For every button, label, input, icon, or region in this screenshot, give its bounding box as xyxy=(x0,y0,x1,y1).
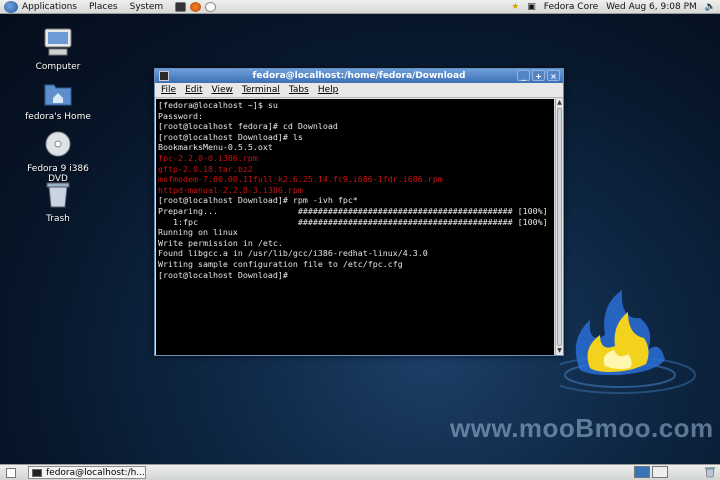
menu-terminal[interactable]: Terminal xyxy=(242,85,280,95)
maximize-button[interactable]: + xyxy=(532,70,545,81)
workspace-1[interactable] xyxy=(634,466,650,478)
desktop-icon-computer[interactable]: Computer xyxy=(18,28,98,72)
workspace-2[interactable] xyxy=(652,466,668,478)
terminal-line: BookmarksMenu-0.5.5.oxt xyxy=(158,142,273,153)
terminal-output[interactable]: [fedora@localhost ~]$ su Password: [root@l… xyxy=(156,99,554,355)
terminal-line: fpc-2.2.0-0.i386.rpm xyxy=(158,152,258,163)
desktop-icon-label: fedora's Home xyxy=(25,112,91,122)
home-folder-icon xyxy=(44,84,72,106)
host-label: Fedora Core xyxy=(543,2,599,12)
terminal-line: Preparing... ###########################… xyxy=(158,205,548,216)
menu-view[interactable]: View xyxy=(212,85,233,95)
terminal-line: httpd-manual-2.2.8-3.i386.rpm xyxy=(158,184,303,195)
bottom-panel: fedora@localhost:/h... xyxy=(0,464,720,480)
terminal-line: Password: xyxy=(158,110,203,121)
dvd-disc-icon xyxy=(45,131,71,157)
star-icon[interactable]: ★ xyxy=(511,2,519,12)
menu-tabs[interactable]: Tabs xyxy=(289,85,309,95)
show-desktop-icon[interactable] xyxy=(6,467,16,478)
scroll-down-icon[interactable]: ▼ xyxy=(556,347,563,355)
volume-icon[interactable]: 🔈 xyxy=(705,2,716,12)
desktop-icon-label: Computer xyxy=(35,62,81,72)
menu-edit[interactable]: Edit xyxy=(185,85,202,95)
desktop-icon-dvd[interactable]: Fedora 9 i386 DVD xyxy=(18,130,98,184)
terminal-window: fedora@localhost:/home/fedora/Download _… xyxy=(154,68,564,356)
watermark-text: www.mooBmoo.com xyxy=(450,413,714,443)
computer-icon xyxy=(44,28,72,56)
trash-icon[interactable] xyxy=(704,466,716,478)
task-label: fedora@localhost:/h... xyxy=(46,467,145,478)
desktop-icon-home[interactable]: fedora's Home xyxy=(18,80,98,122)
window-title: fedora@localhost:/home/fedora/Download xyxy=(252,71,466,81)
window-titlebar[interactable]: fedora@localhost:/home/fedora/Download _… xyxy=(155,69,563,83)
desktop-icon-label: Trash xyxy=(46,214,70,224)
workspace-switcher xyxy=(632,466,668,478)
scroll-up-icon[interactable]: ▲ xyxy=(556,99,563,107)
terminal-window-icon[interactable] xyxy=(159,71,169,81)
menu-places[interactable]: Places xyxy=(89,2,118,12)
fedora-logo-icon[interactable] xyxy=(4,0,18,13)
close-button[interactable]: × xyxy=(547,70,560,81)
terminal-line: gftp-2.0.18.tar.bz2 xyxy=(158,163,253,174)
top-panel: Applications Places System ★ ▣ Fedora Co… xyxy=(0,0,720,14)
terminal-launcher-icon[interactable] xyxy=(175,1,187,12)
terminal-line: [root@localhost Download]# ls xyxy=(158,131,303,142)
menu-system[interactable]: System xyxy=(130,2,164,12)
terminal-menubar: File Edit View Terminal Tabs Help xyxy=(155,83,563,98)
terminal-line: Running on linux xyxy=(158,227,238,238)
terminal-line: [root@localhost Download]# xyxy=(158,269,288,280)
menu-help[interactable]: Help xyxy=(318,85,339,95)
terminal-line: [fedora@localhost ~]$ su xyxy=(158,100,278,110)
terminal-line: Found libgcc.a in /usr/lib/gcc/i386-redh… xyxy=(158,248,428,259)
network-icon[interactable]: ▣ xyxy=(527,2,536,12)
menu-applications[interactable]: Applications xyxy=(22,2,77,12)
desktop-icon-trash[interactable]: Trash xyxy=(18,180,98,224)
scrollbar-thumb[interactable] xyxy=(557,108,562,346)
terminal-line: [root@localhost fedora]# cd Download xyxy=(158,121,338,132)
terminal-line: Write permission in /etc. xyxy=(158,237,283,248)
taskbar-terminal-button[interactable]: fedora@localhost:/h... xyxy=(28,466,146,479)
terminal-scrollbar[interactable]: ▲ ▼ xyxy=(555,99,563,355)
menu-file[interactable]: File xyxy=(161,85,176,95)
trash-icon xyxy=(46,182,70,208)
terminal-line: Writing sample configuration file to /et… xyxy=(158,258,403,269)
clock[interactable]: Wed Aug 6, 9:08 PM xyxy=(606,2,697,12)
terminal-icon xyxy=(32,468,42,477)
email-launcher-icon[interactable] xyxy=(205,1,217,12)
terminal-line: msfmodem-7.80.00.11full_k2.6.25.14.fc9.i… xyxy=(158,174,443,185)
minimize-button[interactable]: _ xyxy=(517,70,530,81)
terminal-line: 1:fpc ##################################… xyxy=(158,216,548,227)
flame-mascot-image xyxy=(560,290,696,394)
firefox-launcher-icon[interactable] xyxy=(190,1,202,12)
terminal-line: [root@localhost Download]# rpm -ivh fpc* xyxy=(158,195,358,206)
